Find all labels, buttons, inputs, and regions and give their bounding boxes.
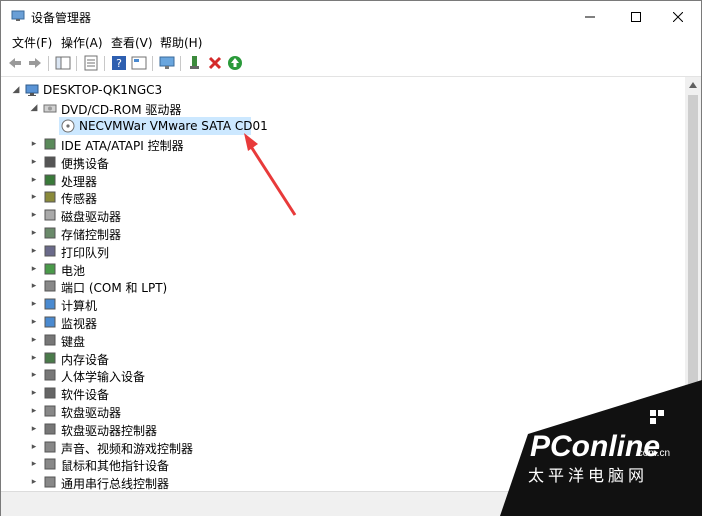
watermark-domain: .com.cn: [635, 448, 671, 459]
watermark-subtitle: 太平洋电脑网: [528, 466, 649, 485]
